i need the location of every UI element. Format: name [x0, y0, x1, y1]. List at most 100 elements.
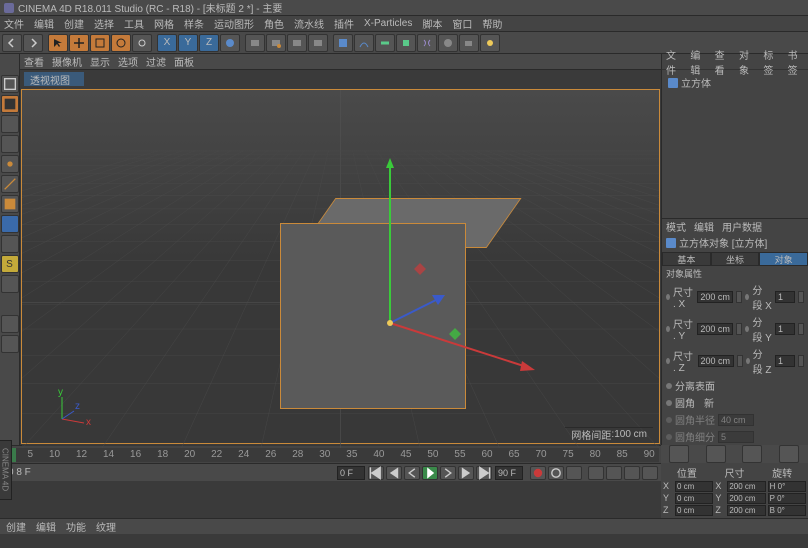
- spline-tool[interactable]: [354, 34, 374, 52]
- vp-menu-item[interactable]: 显示: [90, 54, 110, 69]
- spinner[interactable]: [736, 323, 742, 335]
- attr-tab[interactable]: 坐标: [711, 252, 760, 266]
- size-input[interactable]: [697, 323, 733, 335]
- menu-网格[interactable]: 网格: [154, 16, 174, 31]
- next-frame[interactable]: [440, 466, 456, 480]
- light-tool[interactable]: [480, 34, 500, 52]
- goto-start[interactable]: [368, 466, 384, 480]
- separate-surface[interactable]: 分离表面: [662, 377, 808, 394]
- menu-运动图形[interactable]: 运动图形: [214, 16, 254, 31]
- tree-item-cube[interactable]: 立方体: [666, 74, 804, 91]
- coord-system[interactable]: [220, 34, 240, 52]
- prev-frame[interactable]: [404, 466, 420, 480]
- size-input[interactable]: [727, 505, 765, 516]
- side-tab[interactable]: CINEMA 4D: [0, 440, 12, 500]
- model-mode[interactable]: [1, 95, 19, 113]
- cube-primitive[interactable]: [333, 34, 353, 52]
- attr-tab[interactable]: 对象: [759, 252, 808, 266]
- fillet-toggle[interactable]: 圆角新: [662, 394, 808, 411]
- size-input[interactable]: [697, 291, 733, 303]
- key-a[interactable]: [642, 466, 658, 480]
- vp-menu-item[interactable]: 过滤: [146, 54, 166, 69]
- menu-文件[interactable]: 文件: [4, 16, 24, 31]
- key-r[interactable]: [624, 466, 640, 480]
- attr-tab[interactable]: 基本: [662, 252, 711, 266]
- goto-end[interactable]: [476, 466, 492, 480]
- redo-button[interactable]: [23, 34, 43, 52]
- polygon-mode[interactable]: [1, 195, 19, 213]
- vp-menu-item[interactable]: 摄像机: [52, 54, 82, 69]
- pos-input[interactable]: [675, 505, 713, 516]
- seg-input[interactable]: [775, 355, 795, 367]
- point-mode[interactable]: [1, 155, 19, 173]
- menu-角色[interactable]: 角色: [264, 16, 284, 31]
- scale-tool[interactable]: [90, 34, 110, 52]
- nav-4[interactable]: [779, 445, 799, 463]
- rotate-tool[interactable]: [111, 34, 131, 52]
- render-view[interactable]: [245, 34, 265, 52]
- end-frame[interactable]: [495, 466, 523, 480]
- x-axis-lock[interactable]: X: [157, 34, 177, 52]
- spinner[interactable]: [798, 323, 804, 335]
- nav-2[interactable]: [706, 445, 726, 463]
- record-key[interactable]: [530, 466, 546, 480]
- layers-icon[interactable]: [1, 335, 19, 353]
- pos-input[interactable]: [675, 493, 713, 504]
- menu-选择[interactable]: 选择: [94, 16, 114, 31]
- object-tree[interactable]: 立方体: [662, 70, 808, 218]
- nav-1[interactable]: [669, 445, 689, 463]
- undo-button[interactable]: [2, 34, 22, 52]
- menu-插件[interactable]: 插件: [334, 16, 354, 31]
- size-input[interactable]: [727, 481, 765, 492]
- menu-帮助[interactable]: 帮助: [482, 16, 502, 31]
- menu-编辑[interactable]: 编辑: [34, 16, 54, 31]
- autokey[interactable]: [548, 466, 564, 480]
- z-axis-lock[interactable]: Z: [199, 34, 219, 52]
- spinner[interactable]: [798, 355, 804, 367]
- material-body[interactable]: [0, 534, 808, 548]
- seg-input[interactable]: [775, 323, 795, 335]
- attr-menu-item[interactable]: 编辑: [694, 219, 714, 234]
- nurbs-tool[interactable]: [375, 34, 395, 52]
- workplane-tool[interactable]: [1, 275, 19, 293]
- workplane-mode[interactable]: [1, 135, 19, 153]
- spinner[interactable]: [798, 291, 804, 303]
- vp-menu-item[interactable]: 查看: [24, 54, 44, 69]
- menu-窗口[interactable]: 窗口: [452, 16, 472, 31]
- render-pv[interactable]: [266, 34, 286, 52]
- texture-mode[interactable]: [1, 115, 19, 133]
- pos-input[interactable]: [675, 481, 713, 492]
- y-axis-lock[interactable]: Y: [178, 34, 198, 52]
- next-key[interactable]: [458, 466, 474, 480]
- size-input[interactable]: [727, 493, 765, 504]
- spinner[interactable]: [737, 355, 743, 367]
- current-frame[interactable]: [337, 466, 365, 480]
- tweak-mode[interactable]: [1, 235, 19, 253]
- generator-tool[interactable]: [396, 34, 416, 52]
- size-input[interactable]: [698, 355, 734, 367]
- seg-input[interactable]: [775, 291, 795, 303]
- vp-menu-item[interactable]: 面板: [174, 54, 194, 69]
- rot-input[interactable]: [768, 481, 806, 492]
- attr-menu-item[interactable]: 用户数据: [722, 219, 762, 234]
- key-s[interactable]: [606, 466, 622, 480]
- material-tab[interactable]: 功能: [66, 519, 86, 534]
- render-settings[interactable]: [287, 34, 307, 52]
- cube-object[interactable]: [280, 223, 466, 409]
- environment[interactable]: [438, 34, 458, 52]
- deformer-tool[interactable]: [417, 34, 437, 52]
- menu-工具[interactable]: 工具: [124, 16, 144, 31]
- make-editable[interactable]: [1, 75, 19, 93]
- play-button[interactable]: [422, 466, 438, 480]
- nav-3[interactable]: [742, 445, 762, 463]
- material-tab[interactable]: 编辑: [36, 519, 56, 534]
- rot-input[interactable]: [768, 493, 806, 504]
- menu-样条[interactable]: 样条: [184, 16, 204, 31]
- key-options[interactable]: [566, 466, 582, 480]
- 3d-viewport[interactable]: y x z 网格间距 : 100 cm: [21, 89, 660, 444]
- gizmo[interactable]: [350, 253, 550, 453]
- vp-menu-item[interactable]: 选项: [118, 54, 138, 69]
- camera-tool[interactable]: [459, 34, 479, 52]
- timeline-ruler[interactable]: 0510121416182022242628303540455055606570…: [2, 448, 659, 462]
- material-tab[interactable]: 创建: [6, 519, 26, 534]
